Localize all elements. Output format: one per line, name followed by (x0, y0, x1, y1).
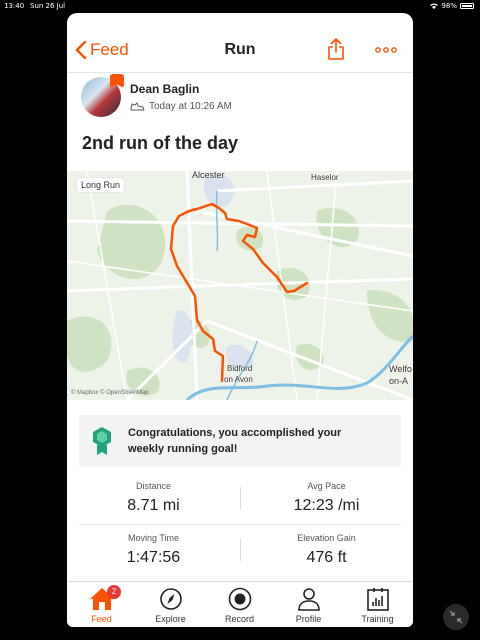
battery-percent: 98% (441, 2, 457, 10)
weekly-goal-card[interactable]: Congratulations, you accomplished your w… (79, 415, 401, 467)
tab-training[interactable]: Training (343, 582, 412, 627)
activity-meta: Today at 10:26 AM (130, 101, 232, 112)
stat-moving-time: Moving Time 1:47:56 (67, 533, 240, 567)
tab-bar: 2 Feed Explore Record Profile Training (67, 581, 413, 627)
status-time: 13:40 (4, 2, 25, 10)
avatar[interactable] (81, 74, 124, 117)
tab-training-label: Training (361, 614, 394, 624)
route-map[interactable]: Long Run Alcester Haselor Bidford on Avo… (67, 171, 413, 400)
achievement-badge-icon (93, 427, 111, 455)
athlete-info: Dean Baglin Today at 10:26 AM (130, 82, 232, 112)
chart-icon (367, 588, 389, 611)
tab-feed-label: Feed (91, 614, 112, 624)
stat-elevation-label: Elevation Gain (297, 533, 356, 543)
battery-icon (460, 3, 474, 9)
stat-moving-time-value: 1:47:56 (126, 549, 181, 566)
activity-title: 2nd run of the day (82, 133, 239, 153)
map-label-haselor: Haselor (311, 173, 339, 182)
goal-message: Congratulations, you accomplished your w… (128, 425, 341, 457)
map-label-alcester: Alcester (192, 171, 225, 180)
wifi-icon (430, 3, 439, 9)
stat-distance-value: 8.71 mi (127, 497, 180, 514)
strava-activity-window: Feed Run Dean Baglin Today at 10:26 AM 2… (67, 13, 413, 627)
map-label-bidford-2: on Avon (224, 375, 253, 384)
collapse-icon (449, 610, 463, 624)
tab-explore[interactable]: Explore (136, 582, 205, 627)
minimize-button[interactable] (443, 604, 469, 630)
share-icon[interactable] (328, 38, 344, 60)
stat-distance: Distance 8.71 mi (67, 481, 240, 515)
nav-bar: Feed Run (67, 13, 413, 73)
stat-pace: Avg Pace 12:23 /mi (240, 481, 413, 515)
more-options-icon[interactable] (375, 47, 397, 53)
goal-message-line-2: weekly running goal! (128, 443, 238, 455)
status-right: 98% (430, 2, 474, 10)
stat-pace-label: Avg Pace (307, 481, 346, 491)
subscriber-badge-icon (110, 74, 124, 88)
tab-record-label: Record (224, 614, 254, 624)
athlete-name[interactable]: Dean Baglin (130, 82, 232, 96)
status-bar: 13:40 Sun 26 Jul 98% (0, 0, 480, 13)
stat-elevation-value: 476 ft (306, 549, 347, 566)
stat-distance-label: Distance (135, 481, 171, 491)
tab-explore-label: Explore (155, 614, 186, 624)
tab-profile-label: Profile (295, 614, 322, 624)
status-date: Sun 26 Jul (30, 2, 66, 10)
stat-moving-time-label: Moving Time (127, 533, 180, 543)
stat-elevation: Elevation Gain 476 ft (240, 533, 413, 567)
map-attribution: © Mapbox © OpenStreetMap (71, 390, 149, 396)
activity-timestamp: Today at 10:26 AM (149, 101, 232, 112)
notification-badge: 2 (107, 585, 121, 599)
route-type-tag: Long Run (77, 178, 125, 192)
record-icon (228, 587, 252, 611)
stats-row-divider (79, 524, 401, 525)
stat-pace-value: 12:23 /mi (293, 497, 360, 514)
shoe-icon (130, 102, 145, 111)
athlete-header[interactable]: Dean Baglin Today at 10:26 AM (81, 74, 232, 117)
map-label-welford-1: Welfo (389, 364, 412, 374)
ipad-screen: 13:40 Sun 26 Jul 98% Feed Run Dean Bagli… (0, 0, 480, 640)
tab-feed[interactable]: 2 Feed (67, 582, 136, 627)
tab-record[interactable]: Record (205, 582, 274, 627)
goal-message-line-1: Congratulations, you accomplished your (128, 427, 342, 439)
person-icon (298, 588, 320, 611)
tab-profile[interactable]: Profile (274, 582, 343, 627)
map-label-welford-2: on-A (389, 376, 409, 386)
page-title: Run (224, 41, 256, 58)
compass-icon (160, 588, 182, 610)
map-label-bidford-1: Bidford (227, 364, 253, 373)
